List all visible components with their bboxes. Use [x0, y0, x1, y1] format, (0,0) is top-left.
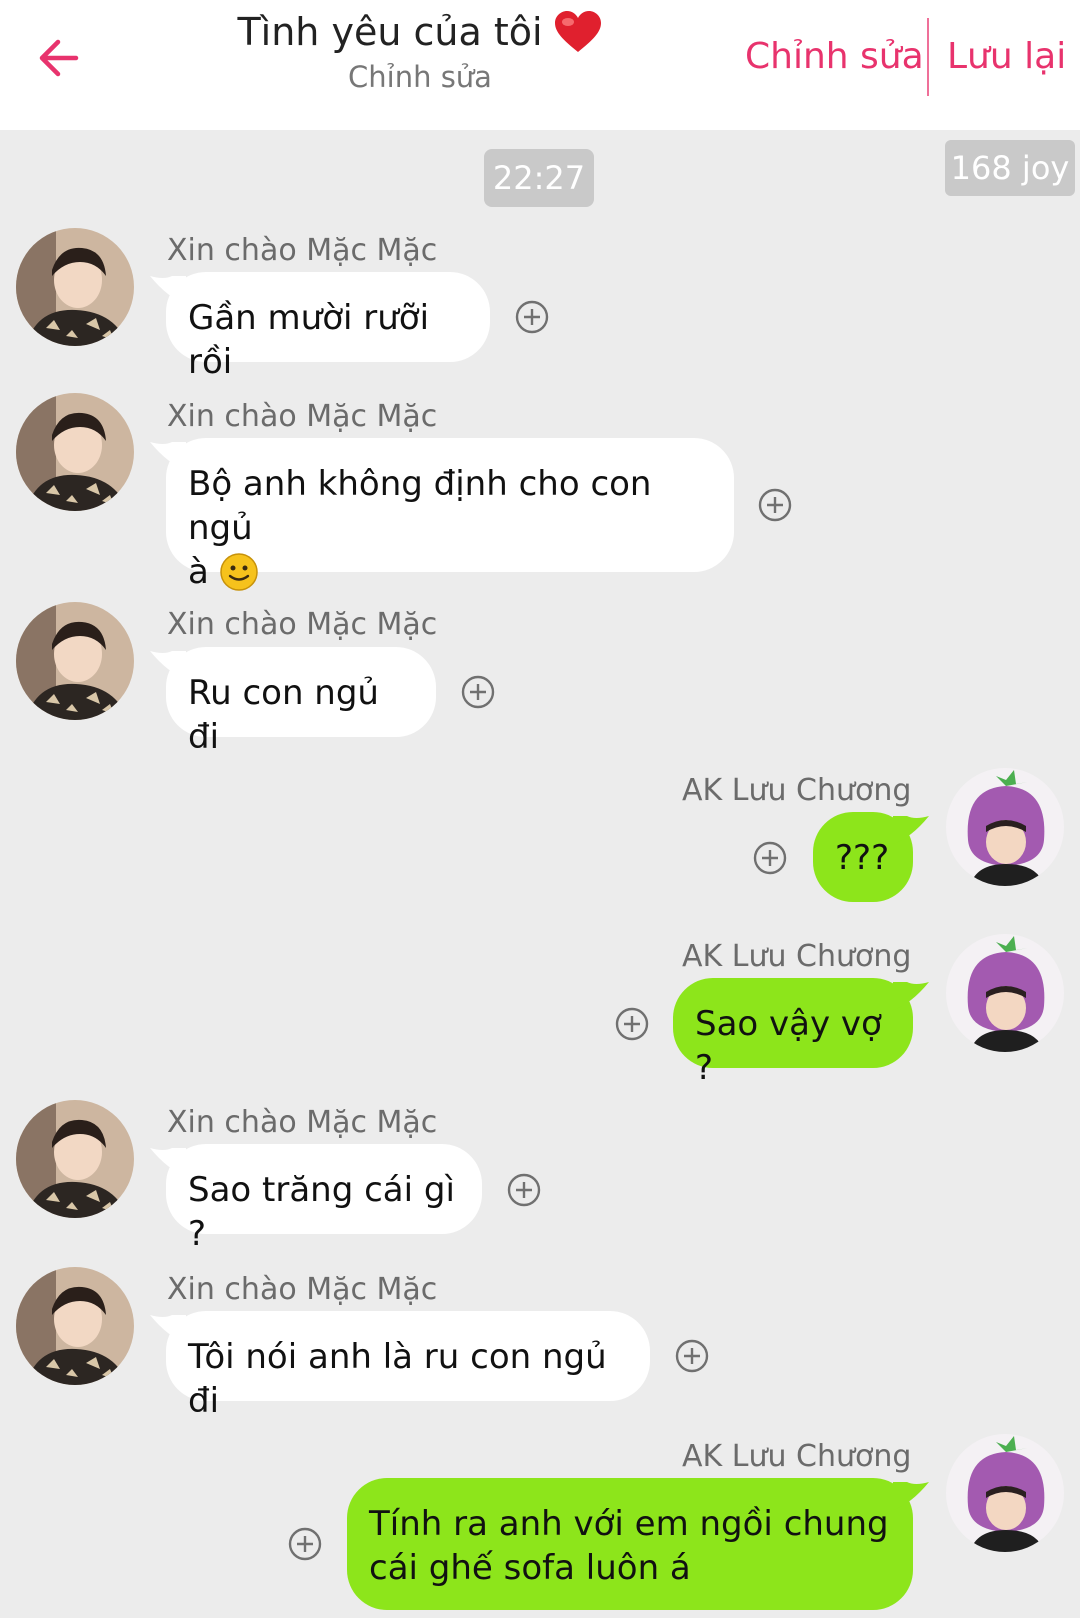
bubble-tail [893, 816, 929, 844]
avatar-image [16, 393, 134, 511]
message-text-line: Bộ anh không định cho con ngủ [188, 464, 652, 548]
avatar[interactable] [16, 602, 134, 720]
bubble-tail [893, 982, 929, 1010]
plus-circle-icon [752, 840, 788, 876]
message-text-line: cái ghế sofa luôn á [369, 1548, 691, 1588]
message-bubble[interactable]: Tôi nói anh là ru con ngủ đi [166, 1311, 650, 1421]
bubble-tail [150, 1148, 186, 1176]
top-bar: Tình yêu của tôi Chỉnh sửa Chỉnh sửa Lưu… [0, 0, 1080, 130]
chat-title-text: Tình yêu của tôi [237, 10, 543, 54]
message-text-line-row: à [188, 550, 712, 594]
avatar[interactable] [946, 768, 1064, 886]
message-bubble[interactable]: Tính ra anh với em ngồi chung cái ghế so… [347, 1478, 913, 1610]
sender-name: AK Lưu Chương [682, 773, 912, 808]
add-reaction-button[interactable] [460, 674, 496, 710]
sender-name: Xin chào Mặc Mặc [167, 1272, 438, 1307]
message-bubble[interactable]: Sao trăng cái gì ? [166, 1144, 482, 1254]
add-reaction-button[interactable] [514, 299, 550, 335]
joy-badge[interactable]: 168 joy [945, 140, 1075, 196]
message-text: Sao vậy vợ ? [695, 1004, 882, 1088]
plus-circle-icon [674, 1338, 710, 1374]
sender-name: Xin chào Mặc Mặc [167, 1105, 438, 1140]
add-reaction-button[interactable] [674, 1338, 710, 1374]
message-text: Gần mười rưỡi rồi [188, 298, 430, 382]
bubble-tail [893, 1482, 929, 1510]
add-reaction-button[interactable] [506, 1172, 542, 1208]
plus-circle-icon [514, 299, 550, 335]
plus-circle-icon [287, 1526, 323, 1562]
avatar-image [946, 934, 1064, 1052]
message-bubble[interactable]: Bộ anh không định cho con ngủ à [166, 438, 734, 592]
avatar-image [16, 1267, 134, 1385]
bubble-tail [150, 1315, 186, 1343]
avatar-image [16, 1100, 134, 1218]
arrow-left-icon [39, 39, 79, 77]
avatar-image [16, 602, 134, 720]
chat-subtitle: Chỉnh sửa [348, 60, 492, 94]
message-bubble[interactable]: Ru con ngủ đi [166, 647, 436, 757]
save-button[interactable]: Lưu lại [947, 36, 1066, 77]
add-reaction-button[interactable] [752, 840, 788, 876]
message-text-line: Tính ra anh với em ngồi chung [369, 1504, 889, 1544]
avatar[interactable] [946, 934, 1064, 1052]
plus-circle-icon [614, 1006, 650, 1042]
bubble-tail [150, 442, 186, 470]
header-divider [927, 18, 929, 96]
plus-circle-icon [506, 1172, 542, 1208]
message-bubble[interactable]: Sao vậy vợ ? [673, 978, 913, 1088]
message-bubble[interactable]: Gần mười rưỡi rồi [166, 272, 490, 382]
message-text: Sao trăng cái gì ? [188, 1170, 455, 1254]
message-text: Ru con ngủ đi [188, 673, 379, 757]
add-reaction-button[interactable] [757, 487, 793, 523]
edit-button[interactable]: Chỉnh sửa [745, 36, 924, 77]
heart-icon [554, 11, 601, 52]
chat-title: Tình yêu của tôi [237, 10, 602, 54]
add-reaction-button[interactable] [287, 1526, 323, 1562]
avatar[interactable] [16, 393, 134, 511]
message-text: ??? [835, 838, 890, 878]
bubble-tail [150, 276, 186, 304]
sender-name: Xin chào Mặc Mặc [167, 233, 438, 268]
avatar[interactable] [16, 228, 134, 346]
avatar-image [946, 1434, 1064, 1552]
sender-name: Xin chào Mặc Mặc [167, 607, 438, 642]
avatar[interactable] [946, 1434, 1064, 1552]
back-button[interactable] [34, 34, 82, 82]
plus-circle-icon [757, 487, 793, 523]
smiley-emoji-icon [220, 553, 258, 591]
message-bubble[interactable]: ??? [813, 812, 913, 902]
sender-name: AK Lưu Chương [682, 939, 912, 974]
avatar-image [16, 228, 134, 346]
message-text-line: à [188, 552, 209, 592]
chat-title-block: Tình yêu của tôi Chỉnh sửa [180, 10, 660, 94]
avatar[interactable] [16, 1267, 134, 1385]
avatar[interactable] [16, 1100, 134, 1218]
sender-name: Xin chào Mặc Mặc [167, 399, 438, 434]
add-reaction-button[interactable] [614, 1006, 650, 1042]
message-text: Tôi nói anh là ru con ngủ đi [188, 1337, 607, 1421]
timestamp-chip: 22:27 [484, 149, 594, 207]
sender-name: AK Lưu Chương [682, 1439, 912, 1474]
bubble-tail [150, 651, 186, 679]
avatar-image [946, 768, 1064, 886]
plus-circle-icon [460, 674, 496, 710]
